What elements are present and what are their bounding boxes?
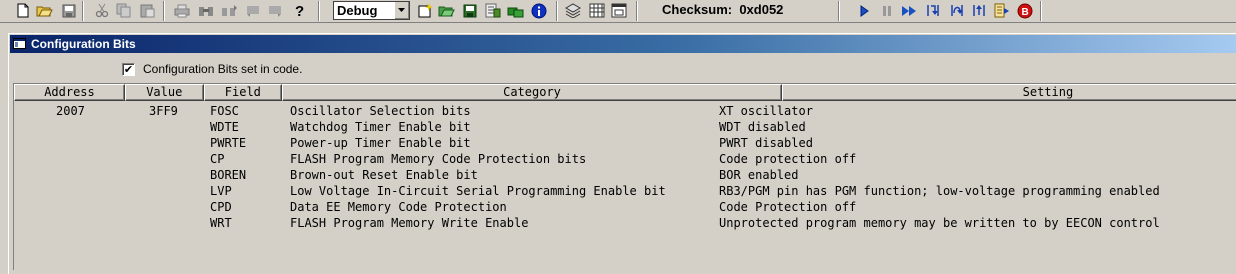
field-cell: WDTE [210, 120, 239, 134]
copy-icon[interactable] [115, 2, 132, 19]
breakpoint-icon[interactable]: B [1016, 2, 1033, 19]
run-icon[interactable] [855, 2, 872, 19]
field-cell: LVP [210, 184, 232, 198]
address-cell: 2007 [56, 104, 85, 118]
step-over-icon[interactable] [948, 2, 965, 19]
field-cell: FOSC [210, 104, 239, 118]
field-cell: CP [210, 152, 225, 166]
animate-icon[interactable] [901, 2, 918, 19]
redo-icon[interactable] [266, 2, 283, 19]
svg-text:?: ? [295, 3, 304, 18]
config-bits-in-code-label: Configuration Bits set in code. [143, 62, 303, 76]
category-cell: Data EE Memory Code Protection [290, 200, 507, 214]
reset-icon[interactable] [993, 2, 1010, 19]
field-cell: WRT [210, 216, 232, 230]
grid-icon[interactable] [588, 2, 605, 19]
save-icon[interactable] [60, 2, 77, 19]
config-bits-in-code-option: ✔ Configuration Bits set in code. [122, 62, 302, 76]
help-icon[interactable]: ? [290, 2, 307, 19]
window-icon [13, 38, 26, 49]
toolbar-separator [163, 1, 165, 21]
undo-icon[interactable] [244, 2, 261, 19]
column-header-category[interactable]: Category [282, 84, 782, 101]
make-icon[interactable] [507, 2, 524, 19]
field-cell: CPD [210, 200, 232, 214]
category-cell: Oscillator Selection bits [290, 104, 471, 118]
field-cell: BOREN [210, 168, 247, 182]
setting-cell: Code Protection off [719, 200, 857, 214]
column-header-value[interactable]: Value [124, 84, 204, 101]
svg-text:B: B [1021, 7, 1028, 18]
category-cell: Low Voltage In-Circuit Serial Programmin… [290, 184, 666, 198]
cut-icon[interactable] [93, 2, 110, 19]
list-header: Address Value Field Category Setting [14, 84, 1236, 101]
new-file-icon[interactable] [14, 2, 31, 19]
setting-cell: BOR enabled [719, 168, 799, 182]
category-cell: FLASH Program Memory Write Enable [290, 216, 529, 230]
chevron-down-icon[interactable] [394, 2, 409, 19]
toolbar-separator [636, 1, 638, 21]
stack-icon[interactable] [564, 2, 581, 19]
setting-cell: XT oscillator [719, 104, 813, 118]
step-into-icon[interactable] [924, 2, 941, 19]
checksum-value: 0xd052 [739, 2, 784, 17]
window-title: Configuration Bits [31, 37, 136, 51]
open-folder-icon[interactable] [36, 2, 53, 19]
find-icon[interactable] [197, 2, 214, 19]
category-cell: Brown-out Reset Enable bit [290, 168, 478, 182]
value-cell: 3FF9 [149, 104, 178, 118]
category-cell: Power-up Timer Enable bit [290, 136, 471, 150]
column-header-setting[interactable]: Setting [781, 84, 1236, 101]
pause-icon[interactable] [878, 2, 895, 19]
column-header-address[interactable]: Address [14, 84, 125, 101]
category-cell: FLASH Program Memory Code Protection bit… [290, 152, 587, 166]
checksum-label: Checksum: [662, 2, 733, 17]
main-toolbar: ? Debug Checksum: 0xd052 B [0, 0, 1236, 23]
step-out-icon[interactable] [970, 2, 987, 19]
setting-cell: WDT disabled [719, 120, 806, 134]
column-header-field[interactable]: Field [203, 84, 283, 101]
find-next-icon[interactable] [220, 2, 237, 19]
toolbar-separator [1040, 1, 1042, 21]
window-title-bar[interactable]: Configuration Bits [10, 35, 1236, 53]
setting-cell: RB3/PGM pin has PGM function; low-voltag… [719, 184, 1160, 198]
config-bits-in-code-checkbox[interactable]: ✔ [122, 62, 135, 76]
toolbar-separator [82, 1, 84, 21]
info-icon[interactable] [530, 2, 547, 19]
save-project-icon[interactable] [461, 2, 478, 19]
setting-cell: Unprotected program memory may be writte… [719, 216, 1160, 230]
build-icon[interactable] [484, 2, 501, 19]
setting-cell: Code protection off [719, 152, 857, 166]
toolbar-separator [556, 1, 558, 21]
paste-icon[interactable] [139, 2, 156, 19]
build-config-value: Debug [337, 3, 378, 18]
checksum-readout: Checksum: 0xd052 [662, 2, 783, 17]
new-project-icon[interactable] [416, 2, 433, 19]
print-icon[interactable] [173, 2, 190, 19]
open-project-icon[interactable] [438, 2, 455, 19]
config-bits-list[interactable]: Address Value Field Category Setting 200… [13, 83, 1236, 270]
window-icon[interactable] [610, 2, 627, 19]
toolbar-separator [838, 1, 840, 21]
field-cell: PWRTE [210, 136, 247, 150]
toolbar-separator [318, 1, 320, 21]
configuration-bits-window: Configuration Bits ✔ Configuration Bits … [8, 33, 1236, 274]
setting-cell: PWRT disabled [719, 136, 813, 150]
category-cell: Watchdog Timer Enable bit [290, 120, 471, 134]
build-config-select[interactable]: Debug [333, 1, 410, 20]
